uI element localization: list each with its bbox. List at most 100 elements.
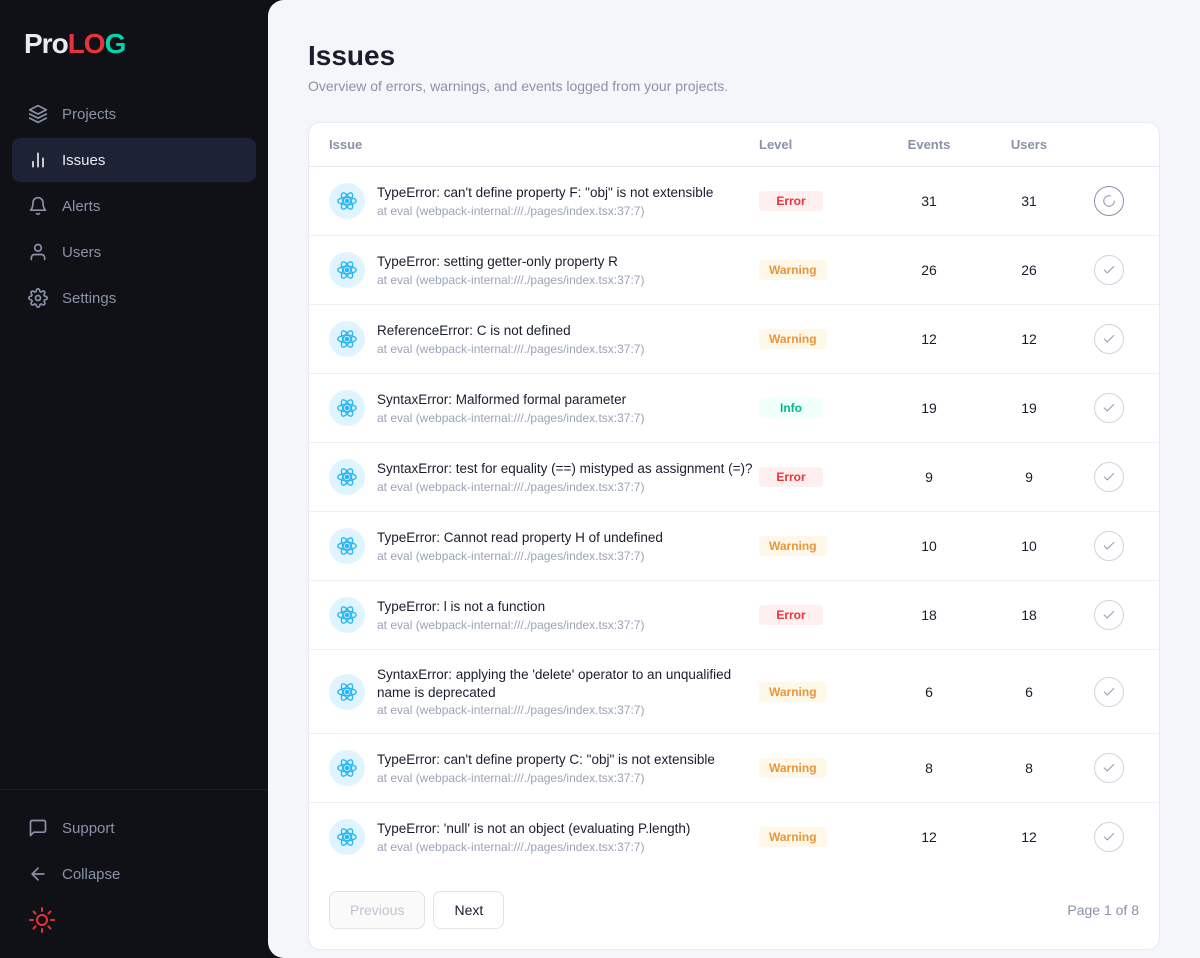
level-badge: Warning [759, 827, 827, 847]
issue-title: TypeError: 'null' is not an object (eval… [377, 820, 690, 838]
resolve-button[interactable] [1094, 462, 1124, 492]
react-icon [329, 750, 365, 786]
react-icon [329, 597, 365, 633]
table-row: TypeError: Cannot read property H of und… [309, 512, 1159, 581]
next-button[interactable]: Next [433, 891, 504, 929]
table-row: TypeError: 'null' is not an object (eval… [309, 803, 1159, 871]
level-badge: Warning [759, 329, 827, 349]
resolve-button[interactable] [1094, 324, 1124, 354]
page-info: Page 1 of 8 [1067, 902, 1139, 918]
issue-cell: ReferenceError: C is not defined at eval… [329, 321, 759, 357]
sidebar-item-projects-label: Projects [62, 106, 116, 123]
col-users-header: Users [979, 137, 1079, 152]
issue-cell: TypeError: can't define property F: "obj… [329, 183, 759, 219]
sidebar-item-issues[interactable]: Issues [12, 138, 256, 182]
issue-info: SyntaxError: test for equality (==) mist… [377, 460, 753, 494]
users-cell: 6 [979, 684, 1079, 700]
sidebar-item-users[interactable]: Users [12, 230, 256, 274]
action-cell [1079, 462, 1139, 492]
layers-icon [28, 104, 48, 124]
action-cell [1079, 255, 1139, 285]
issue-location: at eval (webpack-internal:///./pages/ind… [377, 618, 644, 632]
issue-cell: TypeError: setting getter-only property … [329, 252, 759, 288]
main-content: Issues Overview of errors, warnings, and… [268, 0, 1200, 958]
level-badge: Error [759, 467, 823, 487]
users-cell: 8 [979, 760, 1079, 776]
issues-table: Issue Level Events Users TypeError: can'… [308, 122, 1160, 950]
resolve-button[interactable] [1094, 600, 1124, 630]
users-cell: 31 [979, 193, 1079, 209]
table-row: SyntaxError: Malformed formal parameter … [309, 374, 1159, 443]
bar-chart-icon [28, 150, 48, 170]
pagination-buttons: Previous Next [329, 891, 504, 929]
sidebar-item-support[interactable]: Support [12, 806, 256, 850]
bell-icon [28, 196, 48, 216]
col-level-header: Level [759, 137, 879, 152]
resolve-button[interactable] [1094, 186, 1124, 216]
react-icon [329, 819, 365, 855]
level-cell: Warning [759, 260, 879, 280]
react-atom-icon [336, 535, 358, 557]
issue-location: at eval (webpack-internal:///./pages/ind… [377, 549, 663, 563]
action-cell [1079, 677, 1139, 707]
sidebar-item-collapse[interactable]: Collapse [12, 852, 256, 896]
logo-area: ProLOG [0, 0, 268, 92]
react-icon [329, 390, 365, 426]
table-row: TypeError: can't define property F: "obj… [309, 167, 1159, 236]
level-badge: Warning [759, 260, 827, 280]
events-cell: 12 [879, 331, 979, 347]
logo: ProLOG [24, 28, 244, 60]
issue-title: SyntaxError: applying the 'delete' opera… [377, 666, 759, 701]
action-cell [1079, 324, 1139, 354]
sidebar-item-collapse-label: Collapse [62, 866, 120, 883]
issue-cell: TypeError: 'null' is not an object (eval… [329, 819, 759, 855]
issue-info: ReferenceError: C is not defined at eval… [377, 322, 644, 356]
issue-cell: SyntaxError: applying the 'delete' opera… [329, 666, 759, 717]
nav-section: Projects Issues Alerts [0, 92, 268, 789]
level-badge: Info [759, 398, 823, 418]
action-cell [1079, 531, 1139, 561]
logo-pro-text: Pro [24, 28, 68, 60]
events-cell: 8 [879, 760, 979, 776]
resolve-button[interactable] [1094, 753, 1124, 783]
resolve-button[interactable] [1094, 255, 1124, 285]
level-cell: Warning [759, 536, 879, 556]
table-body: TypeError: can't define property F: "obj… [309, 167, 1159, 871]
users-cell: 19 [979, 400, 1079, 416]
issue-info: SyntaxError: Malformed formal parameter … [377, 391, 644, 425]
pagination: Previous Next Page 1 of 8 [309, 871, 1159, 949]
issue-title: SyntaxError: Malformed formal parameter [377, 391, 644, 409]
react-atom-icon [336, 466, 358, 488]
issue-cell: SyntaxError: test for equality (==) mist… [329, 459, 759, 495]
sidebar-item-alerts[interactable]: Alerts [12, 184, 256, 228]
react-atom-icon [336, 681, 358, 703]
resolve-button[interactable] [1094, 393, 1124, 423]
previous-button[interactable]: Previous [329, 891, 425, 929]
action-cell [1079, 393, 1139, 423]
react-atom-icon [336, 604, 358, 626]
logo-l-text: L [68, 28, 84, 60]
level-cell: Error [759, 467, 879, 487]
sidebar-item-issues-label: Issues [62, 152, 105, 169]
level-badge: Warning [759, 758, 827, 778]
table-row: TypeError: l is not a function at eval (… [309, 581, 1159, 650]
action-cell [1079, 753, 1139, 783]
resolve-button[interactable] [1094, 822, 1124, 852]
events-cell: 10 [879, 538, 979, 554]
col-events-header: Events [879, 137, 979, 152]
resolve-button[interactable] [1094, 531, 1124, 561]
sidebar-item-settings-label: Settings [62, 290, 116, 307]
issue-location: at eval (webpack-internal:///./pages/ind… [377, 411, 644, 425]
sidebar-item-projects[interactable]: Projects [12, 92, 256, 136]
level-badge: Warning [759, 682, 827, 702]
react-icon [329, 674, 365, 710]
issue-info: TypeError: Cannot read property H of und… [377, 529, 663, 563]
resolve-button[interactable] [1094, 677, 1124, 707]
issue-info: TypeError: setting getter-only property … [377, 253, 644, 287]
sidebar-item-settings[interactable]: Settings [12, 276, 256, 320]
issue-cell: TypeError: Cannot read property H of und… [329, 528, 759, 564]
events-cell: 26 [879, 262, 979, 278]
level-cell: Error [759, 605, 879, 625]
issue-title: TypeError: can't define property F: "obj… [377, 184, 713, 202]
react-icon [329, 252, 365, 288]
